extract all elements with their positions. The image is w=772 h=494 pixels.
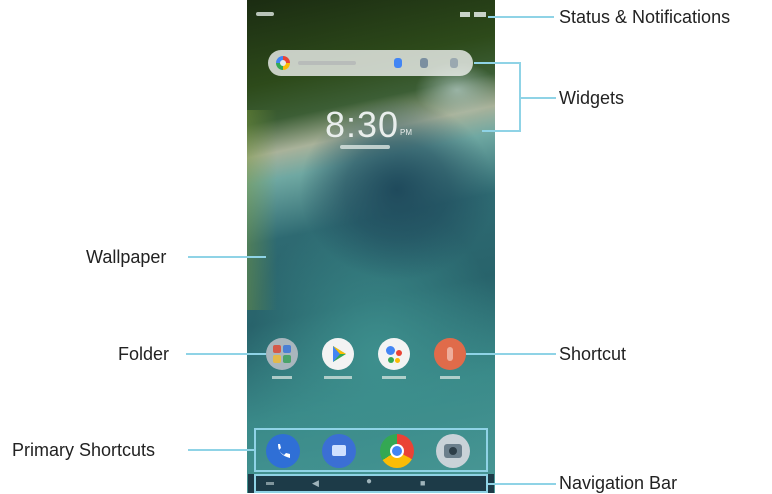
shortcut-icon[interactable] [434, 338, 466, 370]
folder-icon[interactable] [266, 338, 298, 370]
shortcut-callout-line [466, 353, 556, 355]
signal-icon [460, 12, 470, 17]
wallpaper-foliage [247, 110, 277, 310]
recents-icon[interactable]: ■ [420, 478, 425, 488]
widgets-bracket-top [474, 62, 520, 64]
google-logo-icon [276, 56, 290, 70]
primary-shortcuts-label: Primary Shortcuts [12, 440, 156, 460]
shortcut-label: Shortcut [559, 344, 627, 364]
lens-icon[interactable] [420, 58, 428, 68]
weather-icon[interactable] [450, 58, 458, 68]
navigation-bar-callout-line [488, 483, 556, 485]
home-icon[interactable]: ● [366, 477, 372, 487]
carrier-mark [256, 12, 274, 16]
clock-widget-time[interactable]: 8:30 [325, 104, 399, 146]
play-store-icon[interactable] [322, 338, 354, 370]
keyboard-mark [266, 482, 274, 485]
clock-widget-ampm: PM [400, 128, 412, 137]
folder-callout-line [186, 353, 266, 355]
widgets-bracket-bottom [482, 130, 520, 132]
search-widget[interactable] [268, 50, 473, 76]
assistant-icon[interactable] [378, 338, 410, 370]
widgets-callout-line [520, 97, 556, 99]
wallpaper-callout-line [188, 256, 266, 258]
primary-shortcuts-callout-line [188, 449, 254, 451]
status-callout-line [488, 16, 554, 18]
status-notifications-label: Status & Notifications [559, 7, 731, 27]
search-hint-mark [298, 61, 356, 65]
clock-widget-date-mark [340, 145, 390, 149]
folder-label: Folder [118, 344, 170, 364]
widgets-label: Widgets [559, 88, 625, 108]
battery-icon [474, 12, 486, 17]
primary-shortcuts-box [254, 428, 488, 472]
back-icon[interactable]: ◀ [312, 478, 319, 488]
mic-icon[interactable] [394, 58, 402, 68]
navigation-bar-label: Navigation Bar [559, 473, 678, 493]
wallpaper-label: Wallpaper [86, 247, 167, 267]
